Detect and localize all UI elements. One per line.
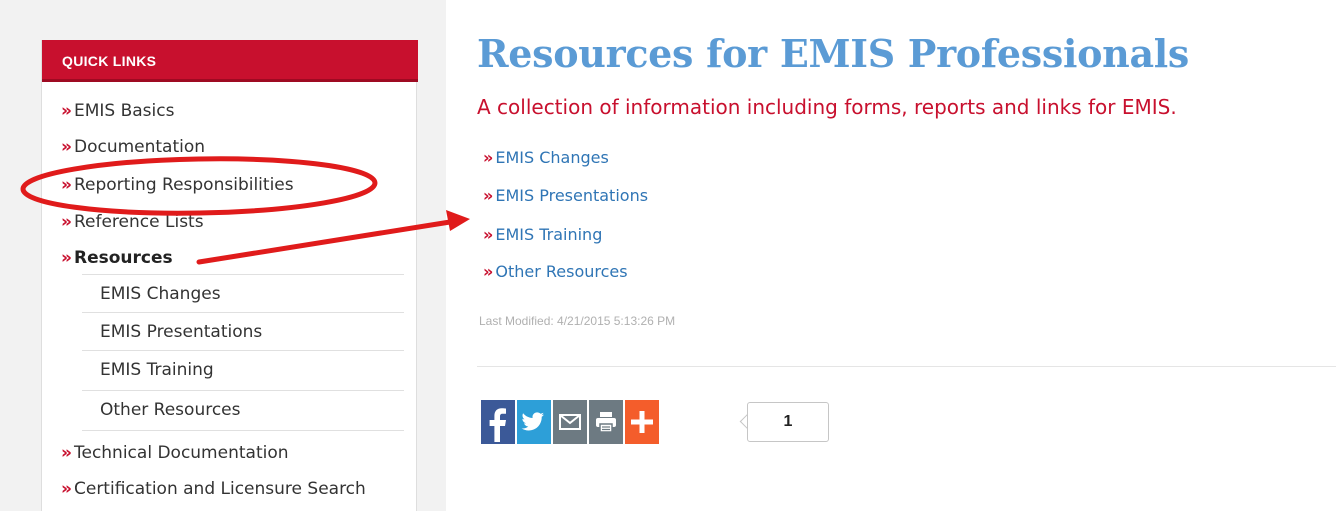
sidebar-subitem-label: EMIS Presentations (100, 322, 263, 342)
content-divider (477, 366, 1336, 367)
resource-link-emis-training[interactable]: » EMIS Training (483, 221, 602, 249)
share-twitter-button[interactable] (517, 400, 551, 444)
sidebar-item-technical-documentation[interactable]: » Technical Documentation (61, 437, 289, 469)
chevron-double-right-icon: » (483, 262, 494, 281)
resource-link-emis-presentations[interactable]: » EMIS Presentations (483, 182, 648, 210)
chevron-double-right-icon: » (61, 443, 72, 463)
sidebar-subitem-label: Other Resources (100, 400, 241, 420)
page-subtitle: A collection of information including fo… (477, 95, 1177, 119)
sidebar-item-emis-basics[interactable]: » EMIS Basics (61, 95, 174, 127)
email-icon (553, 400, 587, 444)
chevron-double-right-icon: » (61, 101, 72, 121)
last-modified-text: Last Modified: 4/21/2015 5:13:26 PM (479, 314, 676, 328)
quick-links-header: QUICK LINKS (42, 40, 418, 82)
sidebar-item-label: Reporting Responsibilities (73, 175, 294, 195)
twitter-icon (517, 400, 551, 444)
sidebar-item-label: Resources (73, 248, 173, 268)
resource-link-other-resources[interactable]: » Other Resources (483, 258, 628, 286)
resource-link-label: Other Resources (495, 262, 628, 281)
annotation-arrow-head (446, 210, 470, 231)
share-add-more-button[interactable] (625, 400, 659, 444)
sidebar-item-certification-licensure-search[interactable]: » Certification and Licensure Search (61, 473, 366, 505)
sidebar-subitem-emis-training[interactable]: EMIS Training (82, 350, 404, 388)
page-title: Resources for EMIS Professionals (477, 31, 1190, 76)
sidebar-item-label: Certification and Licensure Search (73, 479, 366, 499)
add-more-icon (625, 400, 659, 444)
chevron-double-right-icon: » (61, 248, 72, 268)
resource-link-emis-changes[interactable]: » EMIS Changes (483, 144, 609, 172)
sidebar-subitem-emis-changes[interactable]: EMIS Changes (82, 274, 404, 312)
chevron-double-right-icon: » (483, 148, 494, 167)
share-facebook-button[interactable] (481, 400, 515, 444)
sidebar-item-documentation[interactable]: » Documentation (61, 131, 205, 163)
share-count-badge: 1 (747, 402, 829, 442)
sidebar-item-reference-lists[interactable]: » Reference Lists (61, 206, 204, 238)
sidebar-item-label: Technical Documentation (73, 443, 289, 463)
resource-link-label: EMIS Training (495, 225, 603, 244)
sidebar-item-label: EMIS Basics (73, 101, 175, 121)
chevron-double-right-icon: » (483, 225, 494, 244)
chevron-double-right-icon: » (483, 186, 494, 205)
chevron-double-right-icon: » (61, 137, 72, 157)
sidebar-subitem-label: EMIS Training (100, 360, 214, 380)
sidebar-subitem-label: EMIS Changes (100, 284, 221, 304)
sidebar-divider (82, 430, 404, 431)
sidebar-subitem-emis-presentations[interactable]: EMIS Presentations (82, 312, 404, 350)
share-email-button[interactable] (553, 400, 587, 444)
print-icon (589, 400, 623, 444)
sidebar-item-resources[interactable]: » Resources (61, 242, 173, 274)
share-print-button[interactable] (589, 400, 623, 444)
sidebar-item-label: Documentation (73, 137, 206, 157)
quick-links-panel: QUICK LINKS » EMIS Basics » Documentation … (41, 40, 418, 511)
resource-link-label: EMIS Presentations (495, 186, 649, 205)
sidebar-subitem-other-resources[interactable]: Other Resources (82, 390, 404, 428)
chevron-double-right-icon: » (61, 212, 72, 232)
sidebar-item-reporting-responsibilities[interactable]: » Reporting Responsibilities (61, 169, 294, 201)
resource-link-label: EMIS Changes (495, 148, 609, 167)
sidebar-item-label: Reference Lists (73, 212, 204, 232)
facebook-icon (481, 400, 515, 444)
chevron-double-right-icon: » (61, 479, 72, 499)
chevron-double-right-icon: » (61, 175, 72, 195)
